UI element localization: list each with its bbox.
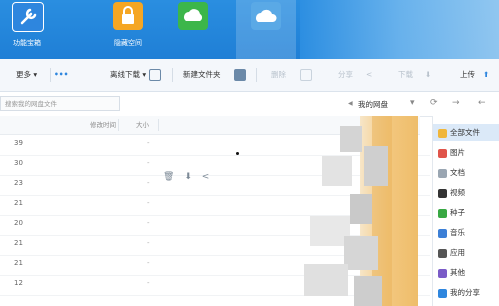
row-dash: - xyxy=(147,259,150,267)
sidebar-item-label: 视频 xyxy=(450,188,465,197)
trash-icon[interactable]: 🗑 xyxy=(163,172,174,182)
dropdown-chevron-icon[interactable]: ▾ xyxy=(410,98,415,108)
sidebar-item-label: 音乐 xyxy=(450,228,465,237)
sidebar-item-torrents[interactable]: 种子 xyxy=(433,204,499,221)
delete-button[interactable]: 删除 xyxy=(271,67,286,83)
video-icon xyxy=(438,188,447,198)
column-modified[interactable]: 修改时间 xyxy=(90,119,116,129)
row-dash: - xyxy=(147,139,150,147)
divider xyxy=(50,68,51,82)
row-size: 21 xyxy=(14,259,23,267)
sidebar-item-apps[interactable]: 应用 xyxy=(433,244,499,261)
new-folder-label: 新建文件夹 xyxy=(183,70,221,79)
row-actions: 🗑 ⬇ < xyxy=(163,172,216,186)
divider xyxy=(256,68,257,82)
new-folder-button[interactable]: 新建文件夹 xyxy=(183,67,221,83)
upload-label: 上传 xyxy=(460,70,475,79)
sidebar-item-my-shares[interactable]: 我的分享 xyxy=(433,284,499,301)
row-dash: - xyxy=(147,199,150,207)
folder-icon xyxy=(438,128,447,138)
sidebar-item-label: 文档 xyxy=(450,168,465,177)
download-button[interactable]: 下载 xyxy=(398,67,413,83)
delete-label: 删除 xyxy=(271,70,286,79)
trash-icon xyxy=(300,67,315,83)
share-icon xyxy=(438,288,447,298)
offline-download-label: 离线下载 xyxy=(110,70,140,79)
upload-button[interactable]: 上传 xyxy=(460,67,475,83)
breadcrumb[interactable]: 我的网盘 xyxy=(358,99,388,110)
divider xyxy=(158,119,159,131)
row-size: 12 xyxy=(14,279,23,287)
row-size: 39 xyxy=(14,139,23,147)
sidebar: 全部文件 图片 文档 视频 种子 音乐 应用 其他 我的分享 xyxy=(432,116,499,306)
sidebar-item-other[interactable]: 其他 xyxy=(433,264,499,281)
caret-icon: ◀ xyxy=(348,100,353,107)
sidebar-item-label: 全部文件 xyxy=(450,128,480,137)
sidebar-item-label: 图片 xyxy=(450,148,465,157)
forward-icon[interactable]: → xyxy=(452,98,460,108)
cursor-dot xyxy=(236,152,239,155)
back-icon[interactable]: ← xyxy=(478,98,486,108)
sidebar-item-label: 种子 xyxy=(450,208,465,217)
toolbar: 更多 ▾ ••• 离线下载 ▾ 新建文件夹 删除 分享 < 下载 ⬇ 上传 ⬆ xyxy=(0,59,499,92)
feature-box-label: 功能宝箱 xyxy=(13,39,41,47)
sidebar-item-label: 其他 xyxy=(450,268,465,277)
sidebar-item-images[interactable]: 图片 xyxy=(433,144,499,161)
sidebar-item-videos[interactable]: 视频 xyxy=(433,184,499,201)
my-cloud-button[interactable] xyxy=(236,0,296,59)
hidden-space-button[interactable]: 隐藏空间 xyxy=(101,0,155,59)
row-dash: - xyxy=(147,279,150,287)
sidebar-item-music[interactable]: 音乐 xyxy=(433,224,499,241)
search-input[interactable]: 搜索我的网盘文件 xyxy=(0,96,120,111)
sidebar-item-label: 应用 xyxy=(450,248,465,257)
row-dash: - xyxy=(147,239,150,247)
divider xyxy=(118,119,119,131)
offline-download-button[interactable]: 离线下载 ▾ xyxy=(110,67,146,83)
bt-icon xyxy=(438,208,447,218)
blurred-header-area xyxy=(300,0,499,59)
add-folder-icon xyxy=(234,67,249,83)
share-button[interactable]: 分享 xyxy=(338,67,353,83)
download-icon: ⬇ xyxy=(425,70,432,79)
image-icon xyxy=(438,148,447,158)
document-icon xyxy=(438,168,447,178)
blurred-file-names xyxy=(300,116,418,306)
column-size[interactable]: 大小 xyxy=(136,119,149,129)
sync-button[interactable] xyxy=(166,0,220,59)
monitor-icon xyxy=(149,67,164,83)
sidebar-item-all-files[interactable]: 全部文件 xyxy=(433,124,499,141)
row-size: 23 xyxy=(14,179,23,187)
row-size: 30 xyxy=(14,159,23,167)
more-menu[interactable]: 更多 ▾ xyxy=(16,67,37,83)
row-size: 21 xyxy=(14,199,23,207)
share-label: 分享 xyxy=(338,70,353,79)
lock-icon xyxy=(113,2,143,30)
sync-cloud-icon xyxy=(178,2,208,30)
top-nav: 功能宝箱 隐藏空间 xyxy=(0,0,499,59)
sidebar-item-label: 我的分享 xyxy=(450,288,480,297)
download-label: 下载 xyxy=(398,70,413,79)
address-bar: 搜索我的网盘文件 ◀ 我的网盘 ▾ ⟳ → ← xyxy=(0,92,499,117)
more-label: 更多 xyxy=(16,70,31,79)
upload-icon: ⬆ xyxy=(483,70,490,79)
row-size: 20 xyxy=(14,219,23,227)
hidden-space-label: 隐藏空间 xyxy=(114,39,142,47)
other-icon xyxy=(438,268,447,278)
row-dash: - xyxy=(147,159,150,167)
app-icon xyxy=(438,248,447,258)
row-dash: - xyxy=(147,179,150,187)
row-dash: - xyxy=(147,219,150,227)
refresh-icon[interactable]: ⟳ xyxy=(430,98,438,108)
sidebar-item-documents[interactable]: 文档 xyxy=(433,164,499,181)
wrench-icon xyxy=(12,2,44,32)
dots-icon: ••• xyxy=(54,70,69,79)
row-size: 21 xyxy=(14,239,23,247)
share-icon[interactable]: < xyxy=(202,172,210,182)
share-icon: < xyxy=(366,70,373,79)
divider xyxy=(172,68,173,82)
cloud-icon xyxy=(251,2,281,30)
feature-box-button[interactable]: 功能宝箱 xyxy=(0,0,54,59)
music-icon xyxy=(438,228,447,238)
download-icon[interactable]: ⬇ xyxy=(184,172,192,182)
